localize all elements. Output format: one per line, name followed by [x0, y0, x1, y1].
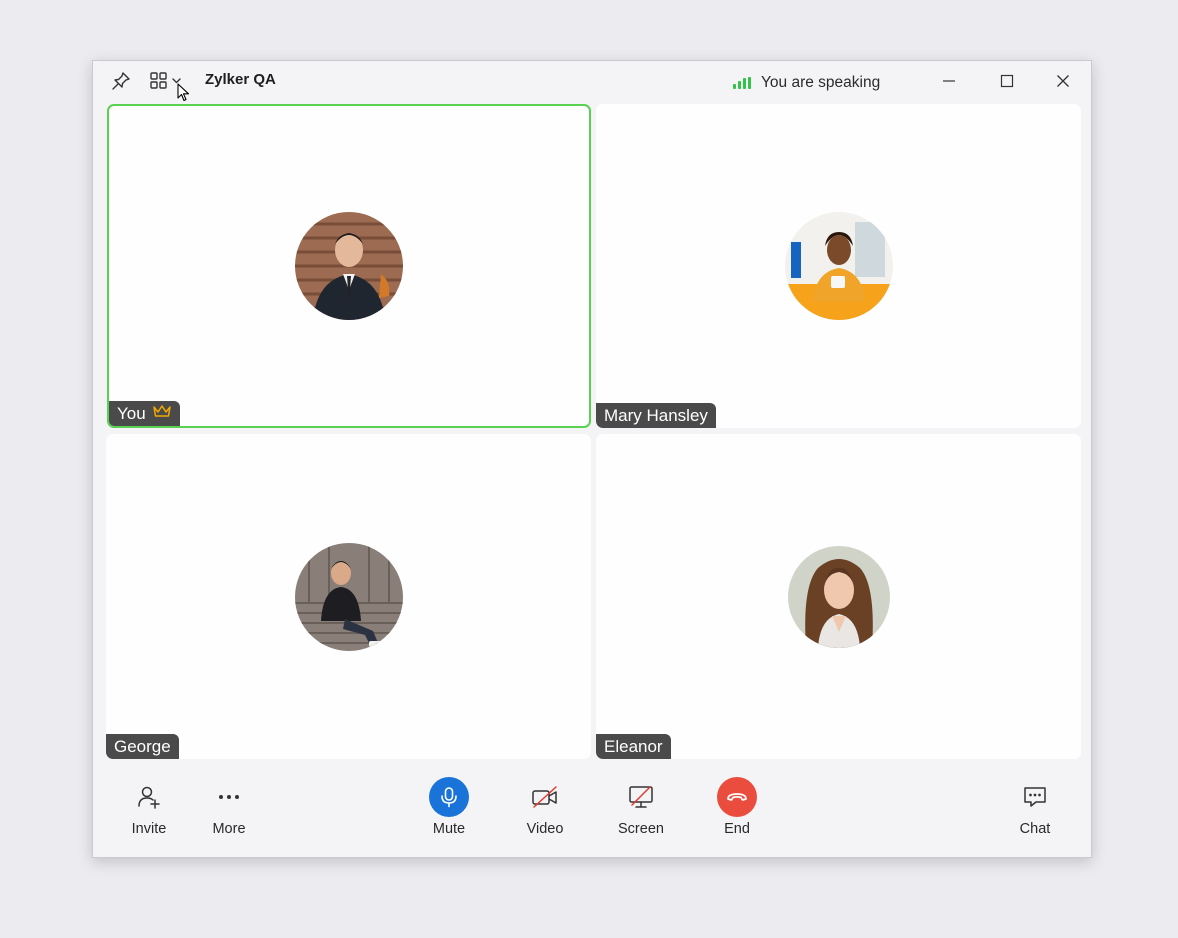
participant-name: You: [117, 404, 146, 423]
video-label: Video: [526, 821, 564, 837]
chat-button[interactable]: Chat: [1007, 777, 1063, 837]
avatar: [787, 545, 890, 648]
participant-tile-george[interactable]: George: [106, 434, 591, 759]
maximize-button[interactable]: [987, 67, 1027, 95]
more-button[interactable]: More: [201, 777, 257, 837]
mute-label: Mute: [432, 821, 466, 837]
hang-up-icon: [717, 777, 757, 817]
video-off-icon: [525, 777, 565, 817]
participant-tile-eleanor[interactable]: Eleanor: [596, 434, 1081, 759]
video-button[interactable]: Video: [515, 777, 575, 837]
speaking-status-text: You are speaking: [761, 74, 881, 91]
mute-button[interactable]: Mute: [419, 777, 479, 837]
pin-icon[interactable]: [109, 69, 133, 93]
invite-button[interactable]: Invite: [121, 777, 177, 837]
participant-tile-mary-hansley[interactable]: Mary Hansley: [596, 104, 1081, 428]
microphone-icon: [429, 777, 469, 817]
chat-bubble-icon: [1015, 777, 1055, 817]
screen-label: Screen: [618, 821, 664, 837]
participant-name: Eleanor: [604, 737, 663, 756]
signal-bars-icon: [733, 77, 751, 89]
chat-label: Chat: [1019, 821, 1051, 837]
participant-name-tag: Mary Hansley: [596, 403, 716, 428]
avatar: [295, 212, 403, 320]
add-person-icon: [129, 777, 169, 817]
participant-tile-you[interactable]: You: [107, 104, 591, 428]
crown-icon: [152, 401, 172, 426]
more-dots-icon: [209, 777, 249, 817]
title-bar: Zylker QA You are speaking: [93, 61, 1091, 103]
invite-label: Invite: [131, 821, 167, 837]
participant-name: George: [114, 737, 171, 756]
speaking-indicator: You are speaking: [733, 74, 880, 92]
minimize-button[interactable]: [929, 67, 969, 95]
participant-name: Mary Hansley: [604, 406, 708, 425]
end-call-button[interactable]: End: [707, 777, 767, 837]
screen-share-off-icon: [621, 777, 661, 817]
end-label: End: [724, 821, 750, 837]
avatar: [784, 212, 893, 320]
participant-name-tag: You: [109, 401, 180, 426]
meeting-title: Zylker QA: [205, 71, 276, 88]
participant-name-tag: Eleanor: [596, 734, 671, 759]
avatar: [294, 542, 403, 651]
participant-name-tag: George: [106, 734, 179, 759]
meeting-window: Zylker QA You are speaking You Mary Hans…: [92, 60, 1092, 858]
more-label: More: [212, 821, 246, 837]
screen-share-button[interactable]: Screen: [611, 777, 671, 837]
close-button[interactable]: [1043, 67, 1083, 95]
